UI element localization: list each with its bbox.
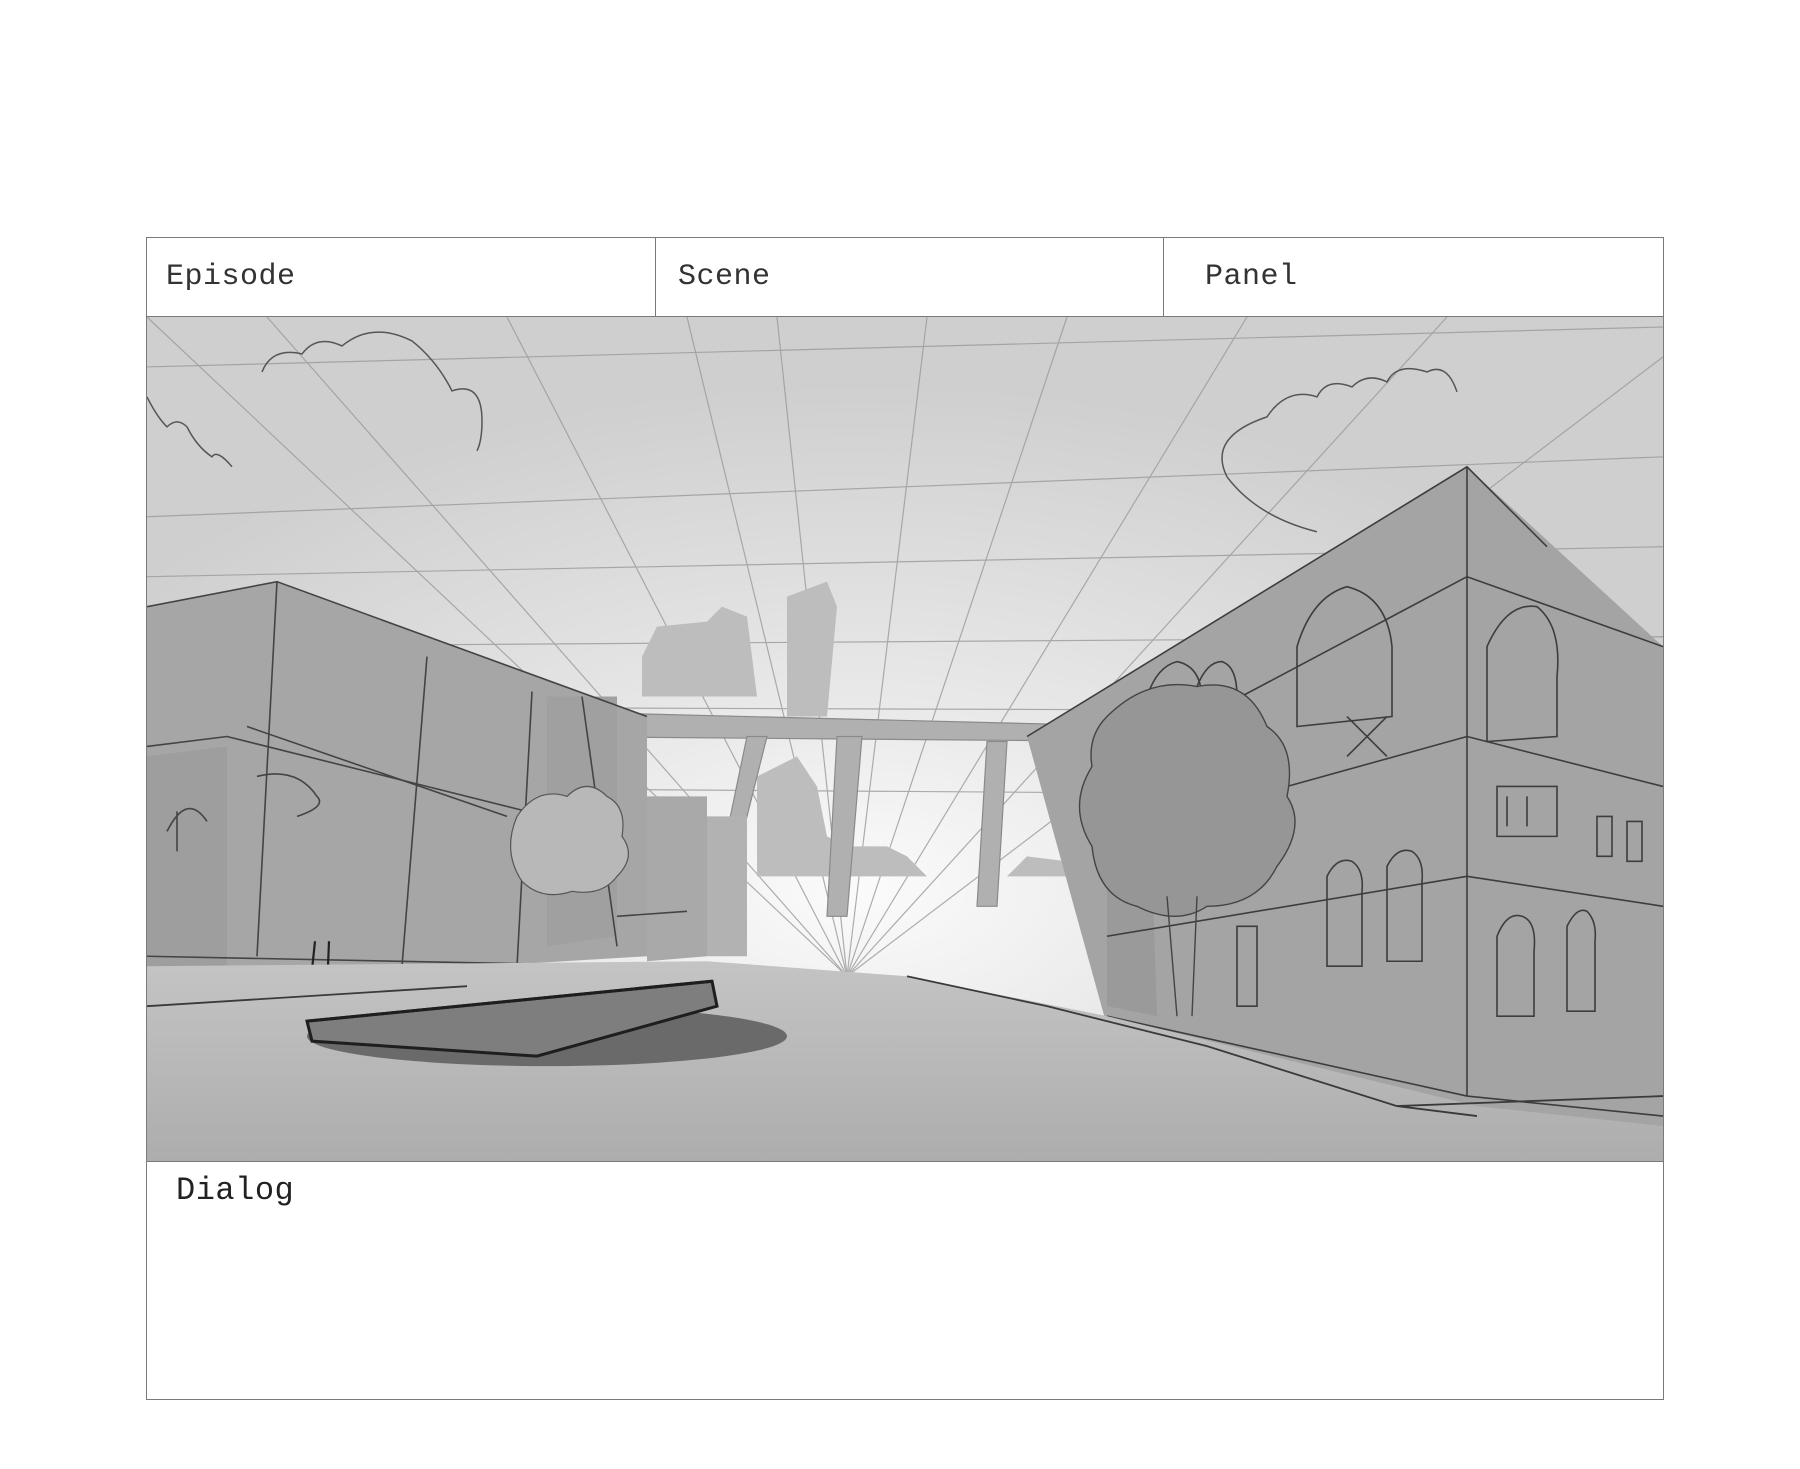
panel-label: Panel: [1205, 260, 1298, 294]
episode-label: Episode: [166, 260, 296, 294]
dialog-label: Dialog: [176, 1172, 295, 1209]
dialog-area[interactable]: Dialog: [147, 1162, 1663, 1399]
scene-cell[interactable]: Scene: [656, 238, 1164, 316]
storyboard-sheet: Episode Scene Panel Dialog: [146, 237, 1664, 1400]
scene-label: Scene: [678, 260, 771, 294]
episode-cell[interactable]: Episode: [147, 238, 656, 316]
tree-left: [509, 785, 629, 896]
storyboard-sketch: [147, 317, 1663, 1161]
panel-cell[interactable]: Panel: [1164, 238, 1663, 316]
header-row: Episode Scene Panel: [147, 238, 1663, 317]
panel-image-frame: [147, 317, 1663, 1162]
